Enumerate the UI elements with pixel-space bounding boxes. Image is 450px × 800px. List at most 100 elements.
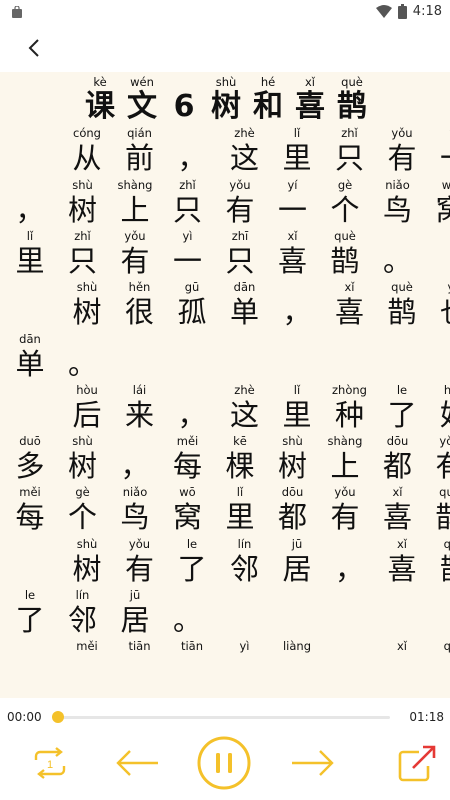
hanzi: 有 bbox=[225, 192, 255, 227]
hanzi: 树 bbox=[67, 449, 97, 484]
hanzi: 喜 bbox=[382, 500, 412, 535]
text-char: shàng 上 bbox=[109, 177, 161, 227]
hanzi: 种 bbox=[334, 397, 364, 432]
pinyin bbox=[271, 279, 323, 295]
hanzi: 多 bbox=[15, 449, 45, 484]
text-char: zhòng 种 bbox=[324, 382, 376, 432]
pinyin: dōu bbox=[386, 434, 409, 449]
text-char: liàng bbox=[271, 638, 323, 688]
text-char: yǒu有 bbox=[114, 536, 166, 586]
text-char: ， bbox=[4, 177, 56, 227]
pinyin: yǒu bbox=[391, 126, 413, 141]
battery-icon bbox=[397, 4, 407, 19]
hanzi: 喜 bbox=[387, 551, 417, 586]
text-char: měi bbox=[61, 638, 113, 688]
hanzi: 。 bbox=[172, 603, 202, 637]
hanzi: ， bbox=[282, 295, 312, 330]
text-char: dōu 都 bbox=[372, 433, 424, 483]
text-char: lái 来 bbox=[114, 382, 166, 432]
hanzi: 了 bbox=[387, 397, 417, 432]
share-button[interactable] bbox=[392, 738, 440, 788]
hanzi: 只 bbox=[172, 192, 202, 227]
next-button[interactable] bbox=[288, 738, 338, 788]
pinyin: měi bbox=[19, 485, 41, 500]
text-char: jū 居 bbox=[271, 536, 323, 586]
progress-thumb[interactable] bbox=[52, 711, 64, 723]
hanzi: 每 bbox=[15, 500, 45, 535]
hanzi: 个 bbox=[330, 192, 360, 227]
text-char: wō窝 bbox=[162, 484, 214, 534]
hanzi: 。 bbox=[67, 346, 97, 381]
hanzi: 上 bbox=[330, 449, 360, 484]
text-char: yì bbox=[219, 638, 271, 688]
current-time: 00:00 bbox=[7, 710, 42, 724]
pinyin bbox=[162, 587, 214, 603]
pinyin: yǒu bbox=[334, 485, 356, 500]
hanzi: 有 bbox=[120, 243, 150, 278]
text-char: xǐ bbox=[376, 638, 428, 688]
hanzi: ， bbox=[177, 141, 207, 176]
pinyin: shù bbox=[76, 536, 98, 551]
next-arrow-icon bbox=[292, 750, 334, 776]
pinyin: zhǐ bbox=[341, 126, 358, 141]
pinyin: dān bbox=[19, 331, 41, 346]
text-char: zhè 这 bbox=[219, 382, 271, 432]
text-char: shù 树 bbox=[61, 536, 113, 586]
previous-button[interactable] bbox=[112, 738, 162, 788]
text-char: lǐ 里 bbox=[271, 382, 323, 432]
hanzi: 孤 bbox=[177, 295, 207, 330]
text-char: lín 邻 bbox=[57, 587, 109, 637]
hanzi: 也 bbox=[429, 295, 450, 329]
text-line: lǐ 里 zhǐ 只 yǒu 有 yì 一 zhī 只 xǐ 喜 què 鹊。 bbox=[0, 228, 450, 278]
hanzi: 里 bbox=[225, 500, 255, 535]
pinyin: xǐ bbox=[396, 639, 407, 654]
pinyin: kē bbox=[233, 434, 247, 449]
text-char: měi 每 bbox=[162, 433, 214, 483]
pinyin: duō bbox=[19, 434, 41, 449]
text-char: gū 孤 bbox=[166, 279, 218, 329]
hanzi: 里 bbox=[282, 397, 312, 432]
hanzi: 好 bbox=[429, 398, 450, 432]
text-char: zhǐ 只 bbox=[162, 177, 214, 227]
pinyin: hǎo bbox=[443, 382, 450, 397]
text-char: gè 个 bbox=[57, 484, 109, 534]
hanzi: 树 bbox=[277, 449, 307, 484]
pinyin: yǒu bbox=[229, 177, 251, 192]
total-time: 01:18 bbox=[409, 710, 444, 724]
hanzi: 都 bbox=[382, 449, 412, 484]
hanzi: 一 bbox=[429, 141, 450, 175]
text-char: qián 前 bbox=[114, 125, 166, 175]
text-char: dōu 都 bbox=[267, 484, 319, 534]
text-char: yǒu有 bbox=[424, 433, 450, 483]
hanzi: 前 bbox=[124, 141, 154, 176]
pinyin: zhǐ bbox=[74, 228, 91, 243]
status-time: 4:18 bbox=[412, 4, 442, 19]
pinyin bbox=[4, 177, 56, 193]
audio-player: 00:00 01:18 1 bbox=[0, 698, 450, 800]
hanzi bbox=[271, 654, 323, 688]
text-char: xǐ 喜 bbox=[372, 484, 424, 534]
text-line: ，shù树shàng上zhǐ只yǒu有yí一gè个niǎo鸟wō窝，niǎo鸟w… bbox=[0, 177, 450, 227]
text-char: niǎo 鸟 bbox=[372, 177, 424, 227]
text-char: shù 树 bbox=[61, 279, 113, 329]
pause-button[interactable] bbox=[195, 736, 253, 790]
pinyin: jū bbox=[291, 536, 303, 551]
hanzi: 单 bbox=[15, 346, 45, 381]
pinyin: gū bbox=[184, 280, 200, 295]
text-char: tiān bbox=[114, 638, 166, 688]
pinyin bbox=[372, 228, 424, 244]
shopping-bag-icon bbox=[12, 6, 22, 18]
text-char: lín 邻 bbox=[219, 536, 271, 586]
pinyin: xǐ bbox=[396, 536, 407, 551]
hanzi: ， bbox=[15, 192, 45, 227]
hanzi: 单 bbox=[229, 295, 259, 330]
progress-track[interactable] bbox=[58, 716, 390, 719]
repeat-one-button[interactable]: 1 bbox=[28, 738, 72, 788]
share-icon bbox=[398, 745, 436, 782]
previous-arrow-icon bbox=[116, 750, 158, 776]
hanzi: 鹊 bbox=[330, 243, 360, 278]
pinyin: què bbox=[341, 75, 363, 89]
back-button[interactable] bbox=[20, 34, 48, 62]
hanzi: 里 bbox=[15, 243, 45, 278]
text-char: xǐ 喜 bbox=[324, 279, 376, 329]
